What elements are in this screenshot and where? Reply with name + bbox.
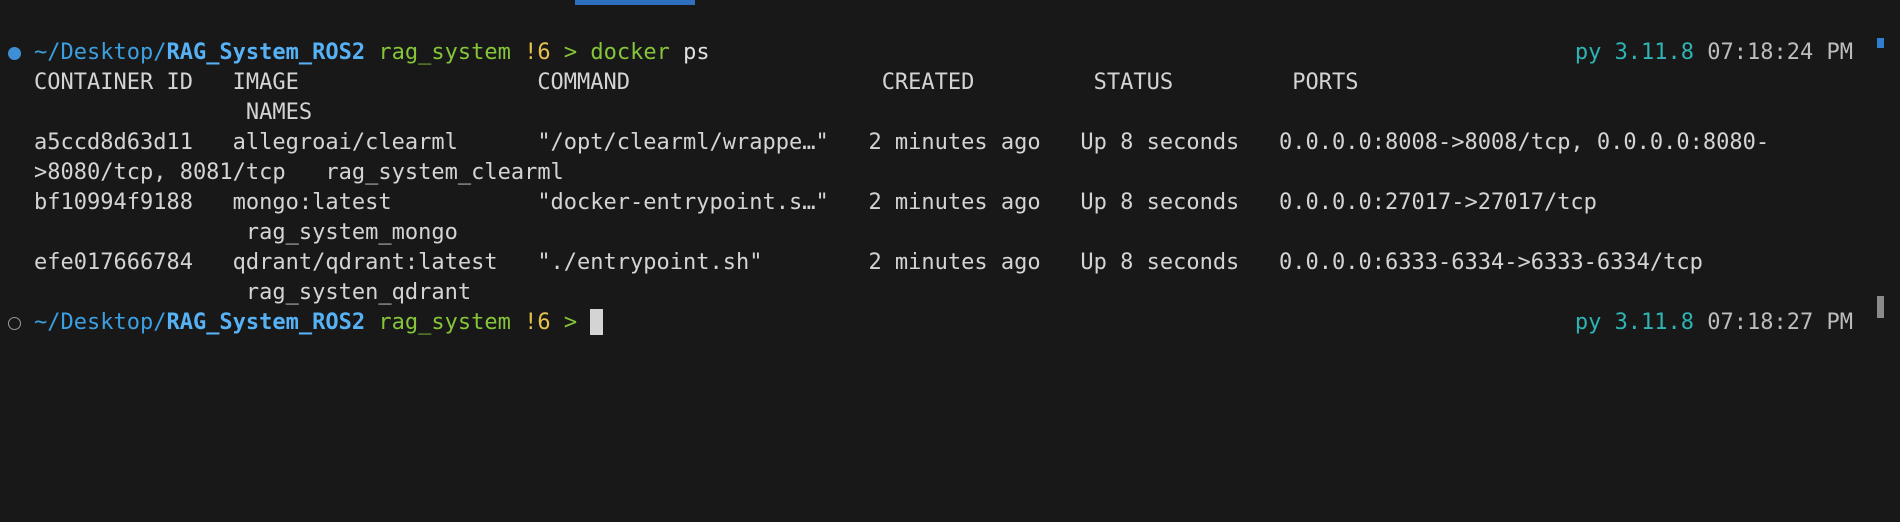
scrollbar-command-marker[interactable] (1877, 38, 1884, 48)
prompt-arrow: > (563, 40, 578, 65)
table-row-wrap: rag_system_mongo (0, 218, 1900, 248)
prompt-cwd-prefix: ~/Desktop/ (34, 40, 167, 65)
table-row-wrap: >8080/tcp, 8081/tcp rag_system_clearml (0, 158, 1900, 188)
header-text-names: NAMES (34, 100, 313, 125)
row-line: a5ccd8d63d11 allegroai/clearml "/opt/cle… (34, 130, 1770, 155)
scrollbar-thumb[interactable] (1877, 296, 1884, 318)
prompt-arrow: > (563, 310, 578, 335)
python-version: py 3.11.8 (1574, 40, 1695, 65)
prompt-line-docker-ps: ~/Desktop/RAG_System_ROS2 rag_system !6 … (0, 38, 1900, 68)
prompt-repo: RAG_System_ROS2 (166, 310, 366, 335)
prompt-right-status: py 3.11.8 07:18:27 PM (1575, 308, 1853, 338)
row-line: >8080/tcp, 8081/tcp rag_system_clearml (34, 160, 564, 185)
prompt-branch: rag_system (378, 40, 511, 65)
command-status-dot-icon[interactable] (8, 47, 21, 60)
command-status-dot-icon[interactable] (8, 317, 21, 330)
table-row: efe017666784 qdrant/qdrant:latest "./ent… (0, 248, 1900, 278)
header-text: CONTAINER ID IMAGE COMMAND CREATED STATU… (34, 70, 1359, 95)
prompt-line-current: ~/Desktop/RAG_System_ROS2 rag_system !6 … (0, 308, 1900, 338)
prompt-changes: !6 (524, 40, 551, 65)
prompt-right-status: py 3.11.8 07:18:24 PM (1575, 38, 1853, 68)
row-line: rag_systen_qdrant (34, 280, 472, 305)
typed-command: docker (590, 40, 670, 65)
python-version: py 3.11.8 (1574, 310, 1695, 335)
output-header-line-1: CONTAINER ID IMAGE COMMAND CREATED STATU… (0, 68, 1900, 98)
table-row-wrap: rag_systen_qdrant (0, 278, 1900, 308)
prompt-branch: rag_system (378, 310, 511, 335)
table-row: bf10994f9188 mongo:latest "docker-entryp… (0, 188, 1900, 218)
active-tab-indicator (575, 0, 695, 5)
table-row: a5ccd8d63d11 allegroai/clearml "/opt/cle… (0, 128, 1900, 158)
terminal-output[interactable]: ~/Desktop/RAG_System_ROS2 rag_system !6 … (0, 38, 1900, 338)
prompt-repo: RAG_System_ROS2 (166, 40, 366, 65)
row-line: efe017666784 qdrant/qdrant:latest "./ent… (34, 250, 1703, 275)
command-time: 07:18:27 PM (1707, 310, 1853, 335)
command-time: 07:18:24 PM (1707, 40, 1853, 65)
prompt-cwd-prefix: ~/Desktop/ (34, 310, 167, 335)
prompt: ~/Desktop/RAG_System_ROS2 rag_system !6 … (34, 38, 710, 68)
prompt: ~/Desktop/RAG_System_ROS2 rag_system !6 … (34, 308, 604, 338)
typed-args: ps (683, 40, 710, 65)
row-line: rag_system_mongo (34, 220, 458, 245)
prompt-changes: !6 (524, 310, 551, 335)
output-header-line-2: NAMES (0, 98, 1900, 128)
text-cursor[interactable] (590, 309, 604, 335)
row-line: bf10994f9188 mongo:latest "docker-entryp… (34, 190, 1597, 215)
